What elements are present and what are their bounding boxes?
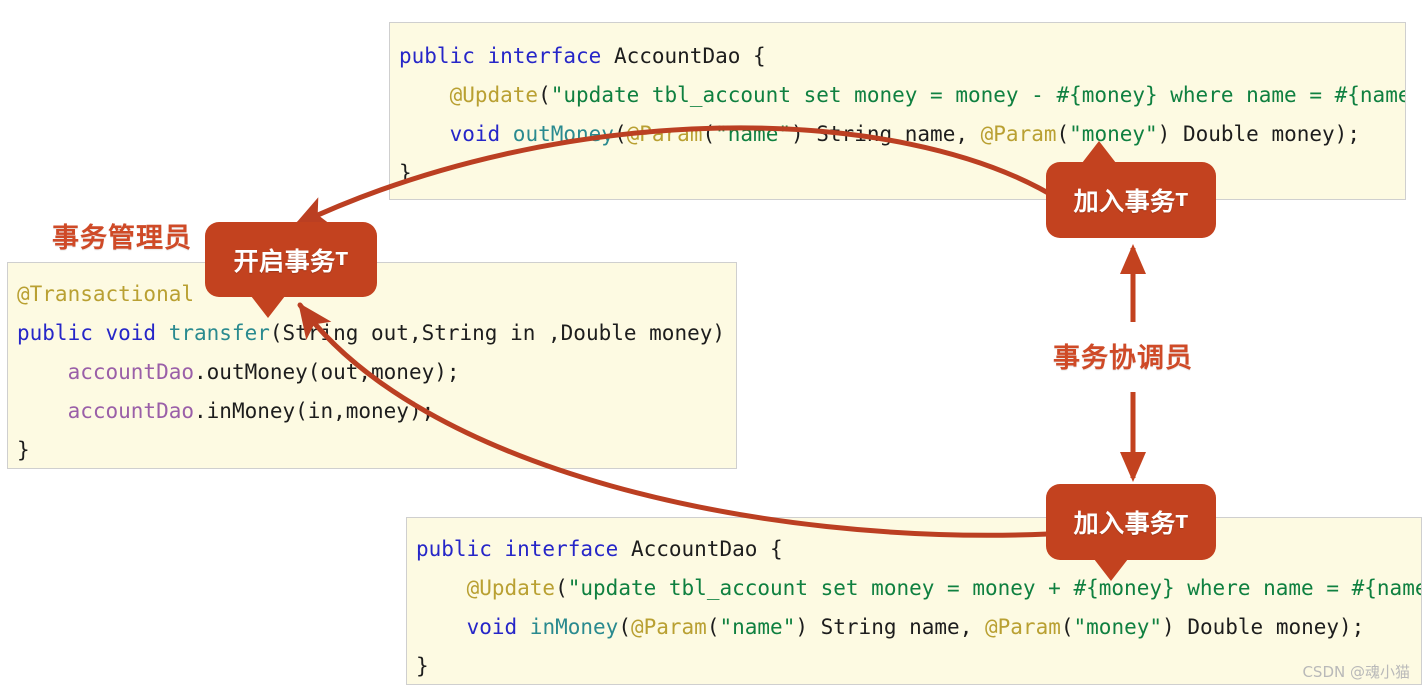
code-token: public interface	[399, 44, 614, 68]
code-line: public interface AccountDao {	[399, 37, 1405, 76]
badge-tail	[251, 296, 285, 318]
code-token: @Transactional	[17, 282, 194, 306]
code-token: ) String name,	[791, 122, 981, 146]
code-token: (	[555, 576, 568, 600]
code-token: outMoney	[513, 122, 614, 146]
badge-tail	[1094, 559, 1128, 581]
code-token: "name"	[719, 615, 795, 639]
code-line: accountDao.inMoney(in,money);	[17, 392, 736, 431]
code-line: void outMoney(@Param("name") String name…	[399, 115, 1405, 154]
badge-start-transaction[interactable]: 开启事务 T	[205, 222, 377, 297]
code-token	[17, 360, 68, 384]
code-token: .inMoney(in,money);	[194, 399, 434, 423]
code-token: "name"	[715, 122, 791, 146]
code-token: public interface	[416, 537, 631, 561]
badge-join-transaction-top[interactable]: 加入事务 T	[1046, 162, 1216, 238]
diagram-canvas: public interface AccountDao { @Update("u…	[0, 0, 1422, 691]
label-transaction-manager: 事务管理员	[52, 216, 192, 255]
badge-join-transaction-bottom-label: 加入事务	[1074, 504, 1176, 540]
code-token	[399, 122, 450, 146]
code-token	[416, 576, 467, 600]
badge-tail	[1082, 141, 1116, 163]
code-token: AccountDao {	[631, 537, 783, 561]
badge-start-transaction-label: 开启事务	[234, 242, 336, 278]
code-token: accountDao	[68, 360, 194, 384]
code-token: }	[17, 438, 30, 462]
code-token: @Update	[450, 83, 539, 107]
code-token: @Param	[981, 122, 1057, 146]
code-token: (	[614, 122, 627, 146]
code-line: accountDao.outMoney(out,money);	[17, 353, 736, 392]
code-line: }	[416, 647, 1421, 685]
code-token: "update tbl_account set money = money - …	[551, 83, 1406, 107]
code-token: accountDao	[68, 399, 194, 423]
code-token: inMoney	[530, 615, 619, 639]
code-line: @Update("update tbl_account set money = …	[399, 76, 1405, 115]
csdn-watermark: CSDN @魂小猫	[1302, 661, 1410, 682]
code-line: public void transfer(String out,String i…	[17, 314, 736, 353]
badge-join-transaction-top-suffix: T	[1176, 190, 1189, 211]
code-line: public interface AccountDao {	[416, 530, 1421, 569]
code-token: void	[467, 615, 530, 639]
code-line: }	[399, 154, 1405, 193]
code-token: @Param	[631, 615, 707, 639]
code-block-account-dao-out: public interface AccountDao { @Update("u…	[389, 22, 1406, 200]
code-token: ) String name,	[795, 615, 985, 639]
badge-join-transaction-bottom-suffix: T	[1176, 512, 1189, 533]
code-token: @Update	[467, 576, 556, 600]
code-block-account-dao-in: public interface AccountDao { @Update("u…	[406, 517, 1422, 685]
code-token: void	[450, 122, 513, 146]
code-token: public void	[17, 321, 169, 345]
code-token: (	[538, 83, 551, 107]
code-token: transfer	[169, 321, 270, 345]
badge-join-transaction-top-label: 加入事务	[1074, 182, 1176, 218]
badge-start-transaction-suffix: T	[336, 249, 349, 270]
code-token: @Param	[985, 615, 1061, 639]
code-token: AccountDao {	[614, 44, 766, 68]
code-token: ) Double money);	[1158, 122, 1360, 146]
code-line: @Update("update tbl_account set money = …	[416, 569, 1421, 608]
code-token: (	[707, 615, 720, 639]
code-token: (	[1057, 122, 1070, 146]
code-token: (String out,String in ,Double money) {	[270, 321, 737, 345]
code-line: }	[17, 431, 736, 469]
code-token: (	[1061, 615, 1074, 639]
code-token: ) Double money);	[1162, 615, 1364, 639]
label-transaction-coordinator: 事务协调员	[1053, 336, 1193, 375]
code-token: }	[399, 161, 412, 185]
code-token	[399, 83, 450, 107]
code-token	[17, 399, 68, 423]
code-token: (	[618, 615, 631, 639]
code-token: (	[702, 122, 715, 146]
code-token: "update tbl_account set money = money + …	[568, 576, 1422, 600]
badge-join-transaction-bottom[interactable]: 加入事务 T	[1046, 484, 1216, 560]
code-token	[416, 615, 467, 639]
code-token: @Param	[627, 122, 703, 146]
code-token: "money"	[1074, 615, 1163, 639]
code-token: }	[416, 654, 429, 678]
code-line: void inMoney(@Param("name") String name,…	[416, 608, 1421, 647]
code-token: .outMoney(out,money);	[194, 360, 460, 384]
